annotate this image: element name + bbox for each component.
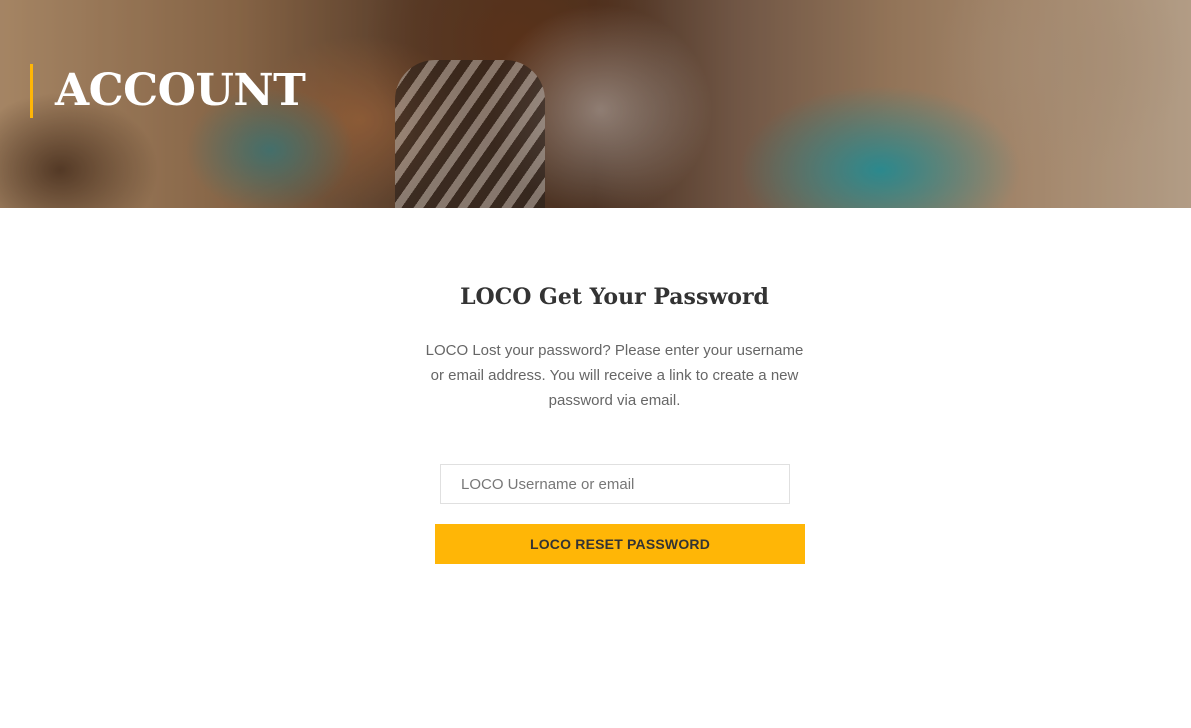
form-heading: LOCO Get Your Password [460,284,769,310]
page-title: ACCOUNT [55,65,306,116]
reset-password-button[interactable]: LOCO RESET PASSWORD [435,524,805,564]
page-title-container: ACCOUNT [30,64,306,118]
hero-banner: ACCOUNT [0,0,1191,208]
form-description: LOCO Lost your password? Please enter yo… [425,342,804,409]
username-email-field[interactable] [440,464,790,504]
main-content: LOCO Get Your Password LOCO Lost your pa… [0,208,1191,728]
hero-background-image [395,60,545,208]
